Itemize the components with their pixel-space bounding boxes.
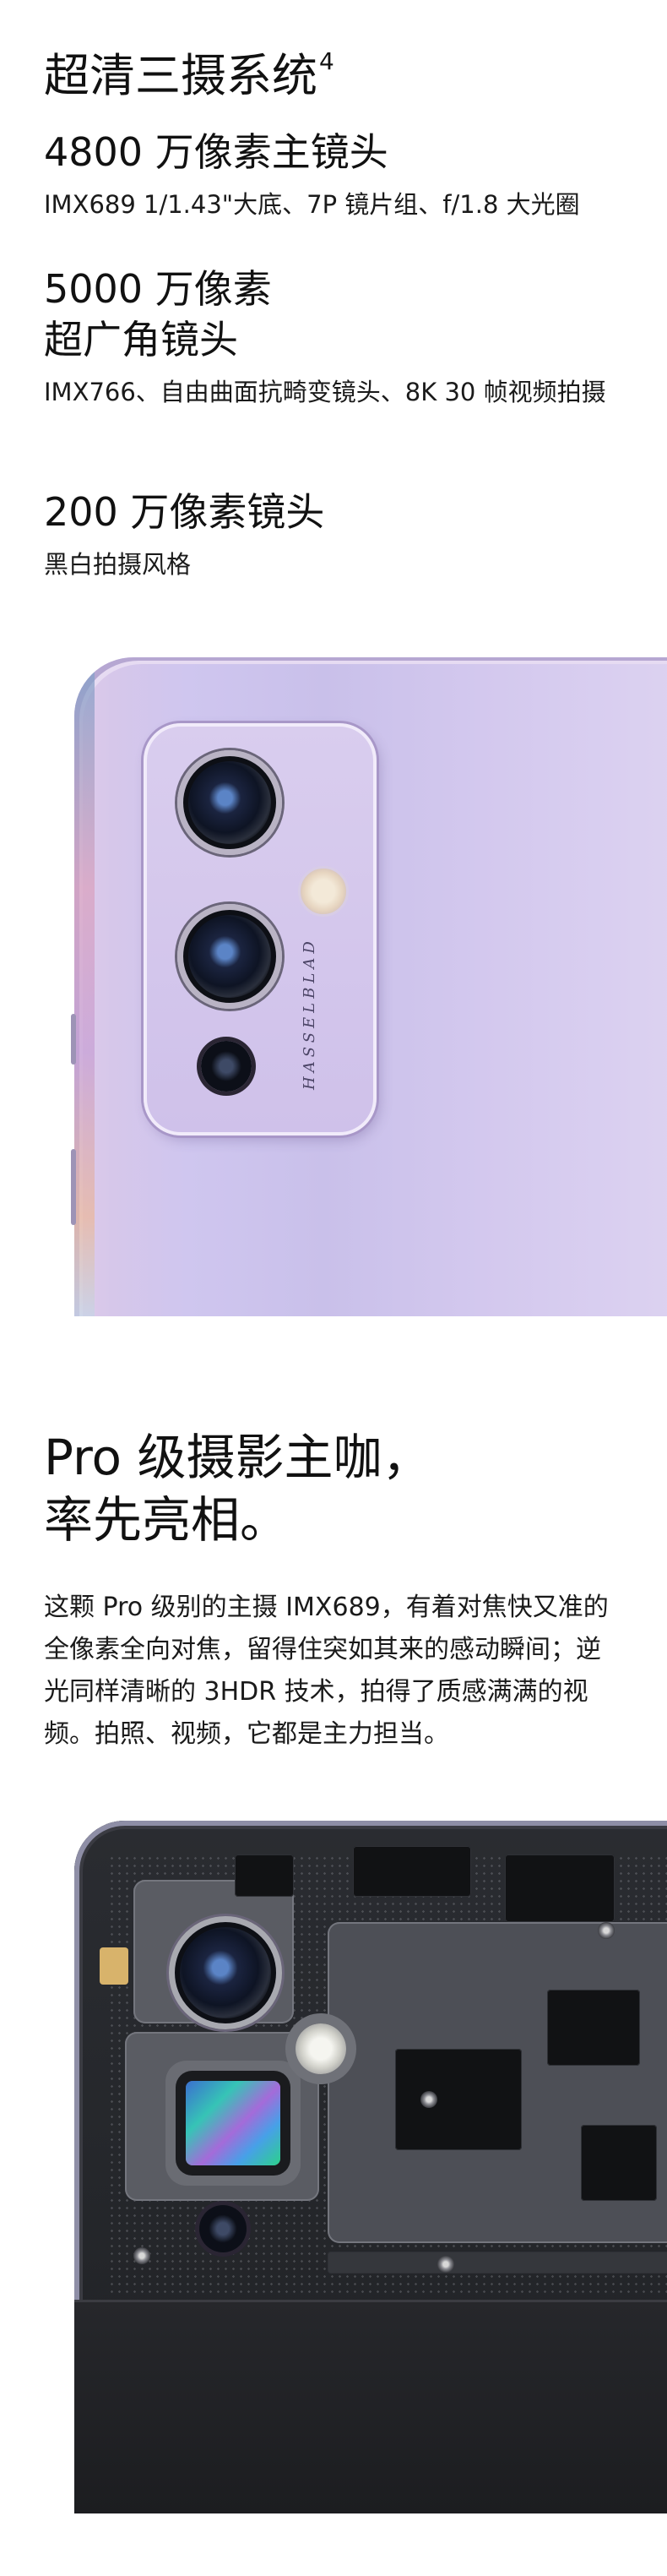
camera-desc: IMX766、自由曲面抗畸变镜头、8K 30 帧视频拍摄 bbox=[44, 378, 606, 406]
camera-name: 200 万像素镜头 bbox=[44, 489, 325, 535]
camera-name-line1: 5000 万像素 bbox=[44, 266, 272, 312]
battery bbox=[74, 2300, 667, 2513]
internal-components-image bbox=[74, 1821, 667, 2513]
section-title: 超清三摄系统4 bbox=[44, 47, 334, 102]
main-lens-icon bbox=[177, 750, 282, 855]
mono-lens-icon bbox=[201, 1041, 252, 1092]
pro-heading-line2: 率先亮相。 bbox=[44, 1491, 290, 1549]
main-camera-lens-icon bbox=[169, 1916, 282, 2029]
camera-name-line2: 超广角镜头 bbox=[44, 317, 238, 362]
camera-section: 超清三摄系统4 bbox=[44, 32, 642, 106]
side-button bbox=[71, 1149, 76, 1225]
pro-section: Pro 级摄影主咖， 率先亮相。 bbox=[44, 1426, 642, 1551]
pro-body: 这颗 Pro 级别的主摄 IMX689，有着对焦快又准的全像素全向对焦，留得住突… bbox=[44, 1593, 609, 1749]
image-sensor-icon bbox=[186, 2081, 280, 2165]
flash-icon bbox=[298, 866, 349, 917]
camera-name: 4800 万像素主镜头 bbox=[44, 129, 388, 175]
camera-desc: 黑白拍摄风格 bbox=[44, 550, 192, 579]
footnote-marker: 4 bbox=[319, 47, 334, 75]
camera-spec-ultrawide: 5000 万像素 超广角镜头 IMX766、自由曲面抗畸变镜头、8K 30 帧视… bbox=[44, 264, 642, 411]
side-button bbox=[71, 1014, 76, 1065]
camera-desc: IMX689 1/1.43"大底、7P 镜片组、f/1.8 大光圈 bbox=[44, 190, 580, 219]
brand-logo: HASSELBLAD bbox=[301, 937, 318, 1091]
pro-description: 这颗 Pro 级别的主摄 IMX689，有着对焦快又准的全像素全向对焦，留得住突… bbox=[44, 1587, 618, 1756]
camera-spec-mono: 200 万像素镜头 黑白拍摄风格 bbox=[44, 487, 642, 583]
camera-spec-main: 4800 万像素主镜头 IMX689 1/1.43"大底、7P 镜片组、f/1.… bbox=[44, 127, 642, 223]
pro-heading-line1: Pro 级摄影主咖， bbox=[44, 1429, 431, 1486]
mono-camera-lens-icon bbox=[199, 2205, 247, 2252]
ultrawide-lens-icon bbox=[177, 904, 282, 1009]
flash-icon bbox=[296, 2023, 346, 2074]
